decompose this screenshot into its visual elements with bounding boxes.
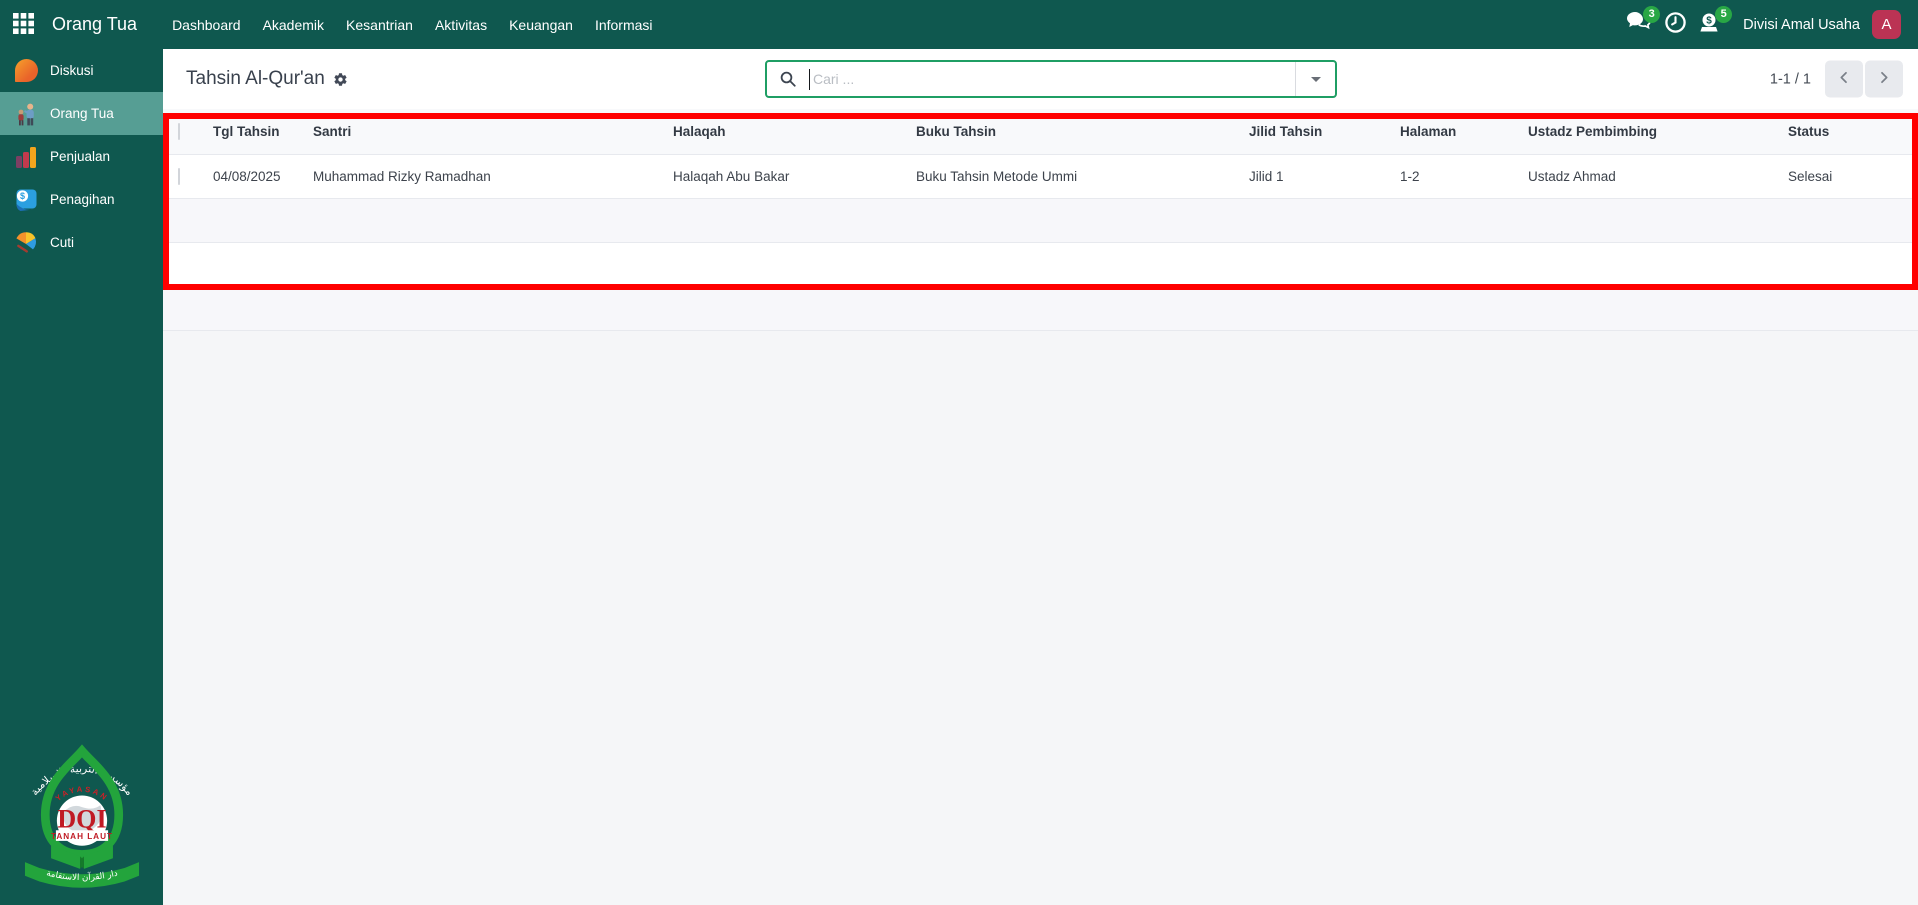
cell-tgl-tahsin: 04/08/2025 bbox=[213, 154, 313, 199]
gear-icon[interactable] bbox=[333, 72, 348, 87]
sidebar-item-label: Cuti bbox=[50, 235, 75, 250]
svg-text:$: $ bbox=[1706, 16, 1712, 27]
control-panel: Tahsin Al-Qur'an 1-1 / 1 bbox=[163, 49, 1918, 109]
column-header-buku-tahsin[interactable]: Buku Tahsin bbox=[916, 109, 1249, 155]
school-logo: مؤسسة التربية الاسلامية YAYASAN DQI TANA… bbox=[19, 722, 145, 901]
sidebar-item-penjualan[interactable]: Penjualan bbox=[0, 135, 163, 178]
app-brand[interactable]: Orang Tua bbox=[52, 14, 137, 35]
cell-status: Selesai bbox=[1788, 154, 1918, 199]
activities-count-badge: 5 bbox=[1715, 5, 1733, 23]
cell-jilid-tahsin: Jilid 1 bbox=[1249, 154, 1400, 199]
apps-grid-icon bbox=[12, 12, 34, 37]
table-row[interactable]: 04/08/2025 Muhammad Rizky Ramadhan Halaq… bbox=[163, 154, 1918, 199]
column-header-halaqah[interactable]: Halaqah bbox=[673, 109, 916, 155]
top-navbar: Orang Tua Dashboard Akademik Kesantrian … bbox=[0, 0, 1918, 49]
user-name: Divisi Amal Usaha bbox=[1743, 16, 1860, 33]
chevron-down-icon bbox=[1310, 76, 1321, 82]
clock-icon bbox=[1664, 11, 1687, 39]
cell-ustadz: Ustadz Ahmad bbox=[1528, 154, 1788, 199]
chevron-left-icon bbox=[1836, 70, 1852, 89]
cell-santri: Muhammad Rizky Ramadhan bbox=[313, 154, 673, 199]
list-view: Tgl Tahsin Santri Halaqah Buku Tahsin Ji… bbox=[163, 109, 1918, 331]
user-menu[interactable]: Divisi Amal Usaha A bbox=[1743, 10, 1901, 39]
empty-row bbox=[163, 198, 1918, 243]
search-bar bbox=[765, 60, 1337, 98]
row-checkbox[interactable] bbox=[178, 167, 180, 185]
cell-halaman: 1-2 bbox=[1400, 154, 1528, 199]
menu-keuangan[interactable]: Keuangan bbox=[498, 0, 584, 49]
column-header-status[interactable]: Status bbox=[1788, 109, 1918, 155]
sales-icon bbox=[13, 144, 39, 170]
activity-clock-button[interactable] bbox=[1657, 7, 1693, 43]
svg-text:$: $ bbox=[20, 191, 25, 201]
menu-dashboard[interactable]: Dashboard bbox=[161, 0, 252, 49]
main-content: Tahsin Al-Qur'an 1-1 / 1 bbox=[163, 49, 1918, 905]
empty-row bbox=[163, 242, 1918, 287]
sales-activity-button[interactable]: $ 5 bbox=[1693, 5, 1733, 43]
column-header-halaman[interactable]: Halaman bbox=[1400, 109, 1528, 155]
pager-previous-button[interactable] bbox=[1825, 60, 1863, 98]
sidebar-item-diskusi[interactable]: Diskusi bbox=[0, 49, 163, 92]
invoicing-icon: $ bbox=[13, 187, 39, 213]
apps-menu-button[interactable] bbox=[0, 0, 46, 49]
messages-button[interactable]: 3 bbox=[1621, 5, 1661, 43]
user-avatar: A bbox=[1872, 10, 1901, 39]
discuss-icon bbox=[13, 58, 39, 84]
sidebar-item-label: Penjualan bbox=[50, 149, 111, 164]
column-header-jilid-tahsin[interactable]: Jilid Tahsin bbox=[1249, 109, 1400, 155]
cell-buku-tahsin: Buku Tahsin Metode Ummi bbox=[916, 154, 1249, 199]
sidebar: Diskusi Orang Tua Penjualan $ Penagihan … bbox=[0, 49, 163, 905]
menu-informasi[interactable]: Informasi bbox=[584, 0, 664, 49]
chevron-right-icon bbox=[1876, 70, 1892, 89]
sidebar-item-label: Orang Tua bbox=[50, 106, 114, 121]
menu-akademik[interactable]: Akademik bbox=[252, 0, 335, 49]
menu-kesantrian[interactable]: Kesantrian bbox=[335, 0, 424, 49]
pager-range: 1-1 / 1 bbox=[1769, 71, 1811, 87]
sidebar-item-label: Diskusi bbox=[50, 63, 94, 78]
search-icon bbox=[779, 70, 797, 88]
table-header-row: Tgl Tahsin Santri Halaqah Buku Tahsin Ji… bbox=[163, 109, 1918, 155]
search-dropdown-toggle[interactable] bbox=[1295, 62, 1335, 96]
search-input[interactable] bbox=[810, 70, 1295, 88]
menu-aktivitas[interactable]: Aktivitas bbox=[424, 0, 498, 49]
sidebar-item-cuti[interactable]: Cuti bbox=[0, 221, 163, 264]
column-header-santri[interactable]: Santri bbox=[313, 109, 673, 155]
cell-halaqah: Halaqah Abu Bakar bbox=[673, 154, 916, 199]
page-title: Tahsin Al-Qur'an bbox=[186, 68, 325, 89]
sidebar-item-orang-tua[interactable]: Orang Tua bbox=[0, 92, 163, 135]
logo-region: TANAH LAUT bbox=[51, 832, 113, 841]
select-all-checkbox[interactable] bbox=[178, 122, 180, 140]
parents-icon bbox=[13, 101, 39, 127]
main-menu: Dashboard Akademik Kesantrian Aktivitas … bbox=[161, 0, 663, 49]
logo-acronym: DQI bbox=[57, 804, 106, 833]
timeoff-icon bbox=[13, 230, 39, 256]
column-header-ustadz[interactable]: Ustadz Pembimbing bbox=[1528, 109, 1788, 155]
column-header-tgl-tahsin[interactable]: Tgl Tahsin bbox=[213, 109, 313, 155]
sidebar-item-label: Penagihan bbox=[50, 192, 115, 207]
navbar-systray: 3 $ 5 Divisi Amal Usaha A bbox=[1621, 5, 1918, 43]
pager: 1-1 / 1 bbox=[1769, 60, 1903, 98]
empty-row bbox=[163, 286, 1918, 331]
pager-next-button[interactable] bbox=[1865, 60, 1903, 98]
sidebar-item-penagihan[interactable]: $ Penagihan bbox=[0, 178, 163, 221]
